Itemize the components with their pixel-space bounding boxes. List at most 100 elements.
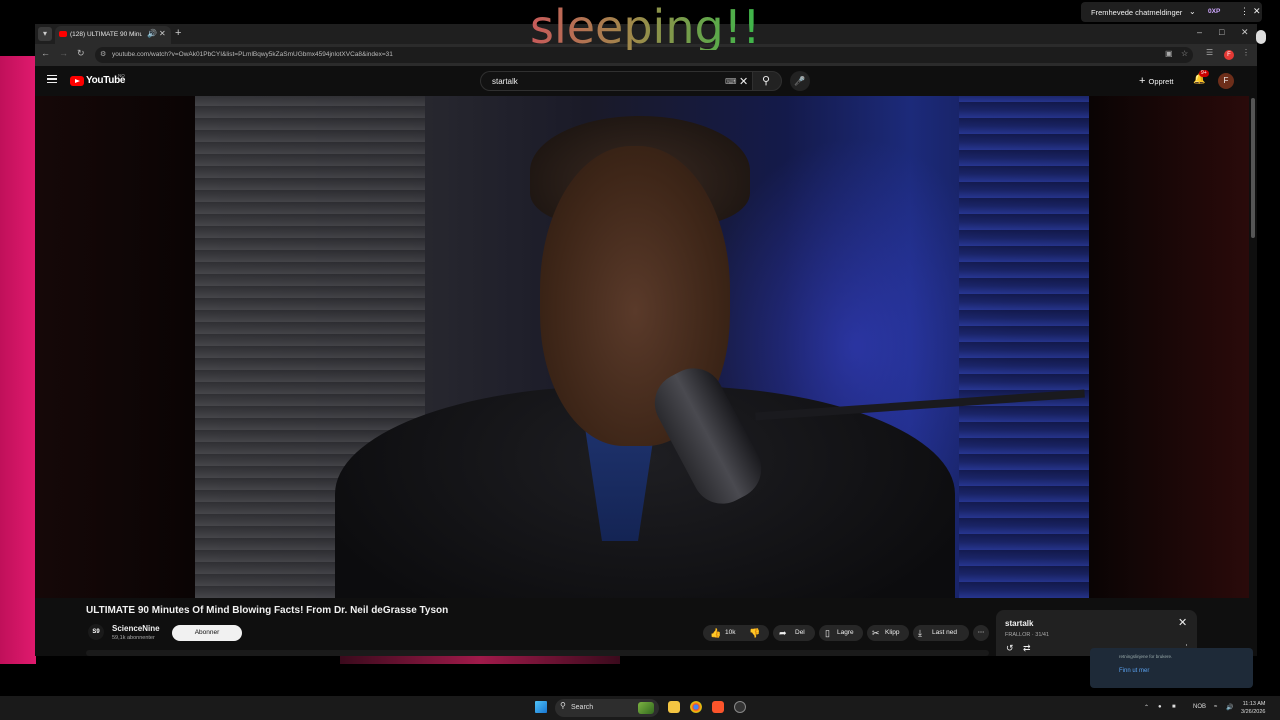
clear-search-icon[interactable]: ✕: [739, 75, 748, 88]
minimize-button[interactable]: –: [1197, 27, 1202, 37]
speaker-icon[interactable]: 🔊: [147, 29, 157, 38]
app-icon[interactable]: [734, 701, 746, 713]
back-button[interactable]: ←: [41, 48, 50, 58]
taskbar: ⚲ Search ⌃ ● ■ NOB ≈ 🔊 11:13 AM 3/26/202…: [0, 696, 1280, 720]
youtube-logo-icon[interactable]: [70, 76, 84, 86]
channel-avatar[interactable]: S9: [88, 624, 104, 640]
reload-button[interactable]: ↻: [77, 48, 85, 59]
dislike-icon[interactable]: 👎: [749, 625, 760, 641]
featured-chat-messages-bar: Fremhevede chatmeldinger ⌄ 0XP ⋮ ✕: [1081, 2, 1262, 22]
brave-browser-icon[interactable]: [712, 701, 724, 713]
windows-start-icon[interactable]: [535, 701, 547, 713]
download-button[interactable]: ⤓ Last ned: [913, 625, 969, 641]
share-label: Del: [795, 629, 805, 636]
maximize-button[interactable]: □: [1219, 27, 1224, 37]
xp-badge: 0XP: [1208, 8, 1221, 15]
search-query: startalk: [492, 77, 518, 86]
microphone-icon: 🎤: [794, 76, 806, 86]
stream-overlay-text: sleeping!!: [530, 0, 761, 54]
scrollbar-thumb[interactable]: [1251, 98, 1255, 238]
clock-date: 3/26/2026: [1241, 709, 1266, 715]
search-input[interactable]: startalk ⌨ ✕: [480, 71, 752, 91]
browser-menu-icon[interactable]: ⋮: [1242, 48, 1250, 57]
tab-youtube[interactable]: (128) ULTIMATE 90 Minute... 🔊 ✕: [55, 26, 171, 44]
tray-app-icon[interactable]: ●: [1158, 704, 1162, 710]
video-player[interactable]: [35, 96, 1249, 598]
more-options-icon[interactable]: ⋮: [1240, 6, 1249, 17]
forward-button[interactable]: →: [59, 48, 68, 58]
featured-chat-label[interactable]: Fremhevede chatmeldinger: [1091, 8, 1182, 17]
chrome-icon[interactable]: [690, 701, 702, 713]
taskbar-search[interactable]: ⚲ Search: [555, 699, 659, 717]
channel-name[interactable]: ScienceNine: [112, 624, 160, 633]
url-text: youtube.com/watch?v=OwAk01PbCYI&list=PLm…: [112, 51, 393, 58]
description-box[interactable]: [86, 650, 989, 656]
shuffle-icon[interactable]: ⇄: [1023, 643, 1031, 654]
chevron-down-icon[interactable]: ⌄: [1189, 7, 1196, 16]
download-label: Last ned: [932, 629, 957, 636]
youtube-favicon-icon: [59, 31, 67, 37]
clock[interactable]: 11:13 AM 3/26/2026: [1241, 700, 1265, 716]
account-avatar[interactable]: F: [1218, 73, 1234, 89]
toast-text: retningslinjene for brukere.: [1119, 654, 1173, 659]
search-highlight-image: [638, 702, 654, 714]
language-indicator[interactable]: NOB: [1193, 704, 1206, 710]
wifi-icon[interactable]: ≈: [1214, 704, 1217, 710]
taskbar-search-label: Search: [571, 704, 594, 711]
search-button[interactable]: ⚲: [752, 71, 782, 91]
share-button[interactable]: ➦ Del: [773, 625, 815, 641]
extensions-icon[interactable]: ☰: [1206, 48, 1213, 57]
tab-close-icon[interactable]: ✕: [159, 29, 166, 38]
learn-more-link[interactable]: Finn ut mer: [1119, 668, 1149, 674]
notification-toast: retningslinjene for brukere. Finn ut mer: [1090, 648, 1253, 688]
search-icon: ⚲: [560, 701, 566, 710]
bookmark-star-icon[interactable]: ☆: [1181, 49, 1188, 58]
notification-count-badge: 9+: [1199, 70, 1209, 77]
create-label: Opprett: [1148, 77, 1174, 86]
new-tab-button[interactable]: +: [175, 27, 181, 39]
region-code: NO: [118, 73, 125, 78]
side-handle-icon[interactable]: [1256, 30, 1266, 44]
like-icon[interactable]: 👍: [710, 625, 721, 641]
save-button[interactable]: ▯ Lagre: [819, 625, 863, 641]
desktop-wallpaper: [0, 56, 36, 664]
browser-window: ▾ (128) ULTIMATE 90 Minute... 🔊 ✕ + – □ …: [35, 24, 1257, 656]
keyboard-icon[interactable]: ⌨: [725, 77, 737, 86]
video-title: ULTIMATE 90 Minutes Of Mind Blowing Fact…: [86, 605, 449, 616]
install-app-icon[interactable]: ▣: [1165, 49, 1173, 58]
subscribe-button[interactable]: Abonner: [172, 625, 242, 641]
page-scrollbar[interactable]: [1249, 96, 1257, 656]
like-count[interactable]: 10k: [725, 625, 735, 641]
share-icon: ➦: [779, 628, 787, 638]
video-frame[interactable]: [195, 96, 1089, 598]
voice-search-button[interactable]: 🎤: [790, 71, 810, 91]
clip-button[interactable]: ✂ Klipp: [867, 625, 909, 641]
clock-time: 11:13 AM: [1242, 701, 1266, 707]
tray-app-icon-2[interactable]: ■: [1172, 704, 1176, 710]
create-button[interactable]: + Opprett: [1133, 72, 1180, 90]
search-icon: ⚲: [762, 75, 771, 87]
scissors-icon: ✂: [872, 628, 880, 638]
tab-search-button[interactable]: ▾: [38, 27, 52, 41]
browser-profile-avatar[interactable]: F: [1224, 50, 1234, 60]
more-actions-button[interactable]: ⋯: [973, 625, 989, 641]
desktop-wallpaper-strip: [340, 656, 620, 664]
site-info-icon[interactable]: ⚙: [100, 50, 106, 58]
loop-icon[interactable]: ↺: [1006, 643, 1014, 654]
menu-icon[interactable]: [47, 75, 57, 83]
clip-label: Klipp: [885, 629, 900, 636]
volume-icon[interactable]: 🔊: [1226, 704, 1233, 711]
tab-title: (128) ULTIMATE 90 Minute...: [70, 31, 142, 38]
youtube-header: YouTube NO startalk ⌨ ✕ ⚲ 🎤 + Opprett 🔔 …: [35, 66, 1257, 96]
close-window-button[interactable]: ✕: [1241, 27, 1249, 38]
download-icon: ⤓: [918, 628, 922, 638]
bookmark-icon: ▯: [825, 628, 830, 638]
playlist-title[interactable]: startalk: [1005, 619, 1033, 628]
playlist-position: FRALLOR · 31/41: [1005, 632, 1050, 638]
show-hidden-icons[interactable]: ⌃: [1144, 704, 1149, 711]
close-icon[interactable]: ✕: [1253, 6, 1261, 17]
acoustic-panel-right: [959, 96, 1089, 598]
desktop: ▾ (128) ULTIMATE 90 Minute... 🔊 ✕ + – □ …: [0, 0, 1280, 720]
close-playlist-icon[interactable]: ✕: [1178, 616, 1187, 629]
file-explorer-icon[interactable]: [668, 701, 680, 713]
